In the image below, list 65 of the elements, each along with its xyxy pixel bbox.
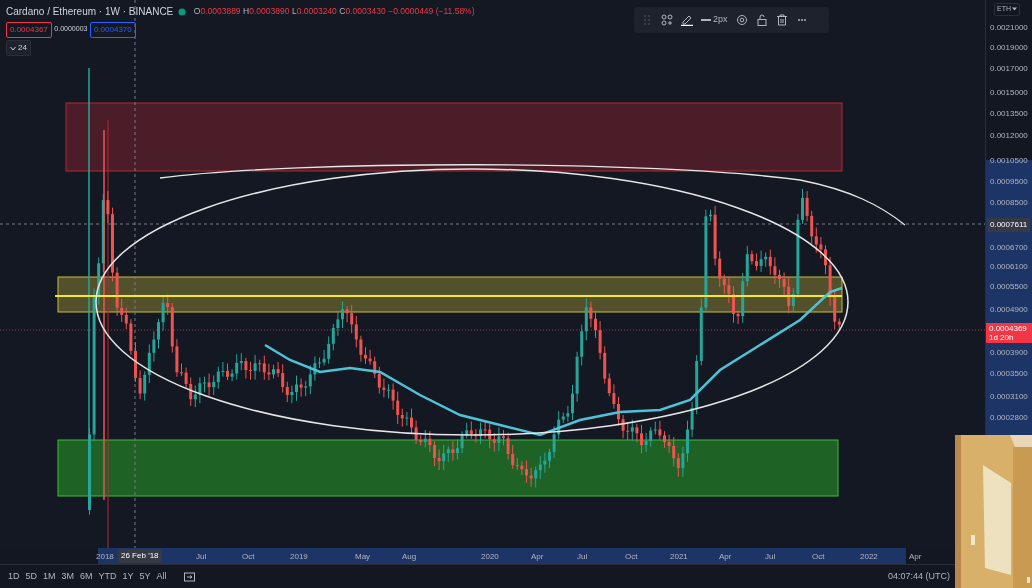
market-status-icon (178, 7, 187, 16)
price-label: 0.0015000 (990, 87, 1028, 99)
time-label: Oct (812, 551, 825, 563)
price-label: 0.0021000 (990, 22, 1028, 34)
time-label: Apr (531, 551, 544, 563)
time-label: Apr (909, 551, 922, 563)
settings-icon (735, 14, 748, 26)
pencil-icon (680, 14, 693, 26)
time-label: Aug (402, 551, 417, 563)
time-label: Jul (577, 551, 588, 563)
price-label: 0.0006100 (990, 261, 1028, 273)
price-label: 0.0002800 (990, 412, 1028, 424)
buy-button[interactable]: 0.0004370 (89, 21, 136, 38)
range-button[interactable]: 5Y (136, 569, 154, 584)
time-label: 2022 (860, 551, 878, 563)
chevron-icon (10, 45, 16, 51)
crosshair-price-label: 0.0007611 (987, 218, 1031, 232)
range-button[interactable]: 1D (5, 569, 23, 584)
range-button[interactable]: 3M (58, 569, 78, 584)
time-label: Jul (196, 551, 207, 563)
price-label: 0.0009500 (990, 176, 1028, 188)
time-label: Oct (625, 551, 638, 563)
price-label: 0.0008500 (990, 197, 1028, 209)
range-button[interactable]: 5D (22, 569, 41, 584)
price-label: 0.0013500 (990, 108, 1028, 120)
price-label: 0.0006700 (990, 242, 1028, 254)
sell-button[interactable]: 0.0004367 (6, 21, 52, 38)
ohlc-value: O0.0003889 (193, 5, 241, 18)
range-button[interactable]: All (153, 569, 170, 584)
line-icon (700, 18, 711, 22)
time-label: Oct (242, 551, 255, 563)
caret-icon (1012, 7, 1017, 12)
crosshair-date-label: 26 Feb '18 (118, 549, 162, 563)
last-price-label: 0.0004369 1d 20h (986, 323, 1032, 344)
time-label: 2021 (670, 551, 688, 563)
range-button[interactable]: 6M (77, 569, 96, 584)
price-label: 0.0005500 (990, 281, 1028, 293)
price-label: 0.0019000 (990, 42, 1028, 54)
price-change: −0.0000449 (−11.58%) (388, 5, 475, 18)
indicators-toggle[interactable]: 24 (6, 40, 31, 56)
ohlc-value: C0.0003430 (339, 5, 386, 18)
time-label: Apr (719, 551, 732, 563)
ohlc-value: H0.0003890 (243, 5, 290, 18)
range-button[interactable]: YTD (95, 569, 120, 584)
unlock-icon (755, 14, 768, 26)
price-label: 0.0012000 (990, 130, 1028, 142)
line-width-button[interactable]: 2px (696, 13, 732, 27)
templates-icon (660, 14, 673, 26)
price-label: 0.0003500 (990, 368, 1028, 380)
time-label: 2018 (96, 551, 114, 563)
price-label: 0.0017000 (990, 63, 1028, 75)
price-label: 0.0003900 (990, 347, 1028, 359)
time-label: 2019 (290, 551, 308, 563)
price-label: 0.0010500 (990, 155, 1028, 167)
trash-icon (775, 14, 788, 26)
time-label: 2020 (481, 551, 499, 563)
price-label: 0.0004900 (990, 304, 1028, 316)
symbol-title: Cardano / Ethereum · 1W · BINANCE (6, 5, 174, 19)
range-button[interactable]: 1Y (119, 569, 137, 584)
range-button[interactable]: 1M (40, 569, 59, 584)
ohlc-value: L0.0003240 (291, 5, 337, 18)
time-label: May (355, 551, 371, 563)
clock-label: 04:07:44 (UTC) (887, 569, 950, 583)
price-label: 0.0003100 (990, 391, 1028, 403)
time-label: Jul (765, 551, 776, 563)
